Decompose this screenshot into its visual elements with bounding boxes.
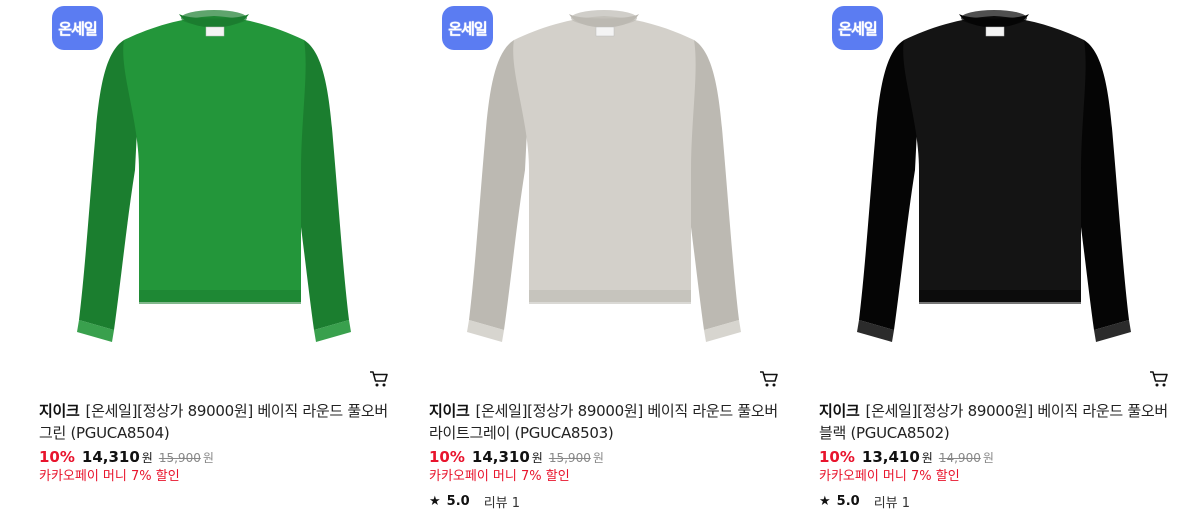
- rating-score: 5.0: [446, 494, 470, 509]
- discount-rate: 10%: [429, 448, 465, 466]
- rating-row: ★ 5.0 리뷰 1: [429, 492, 779, 511]
- sweater-hem: [529, 290, 691, 304]
- price-row: 10% 14,310 원 15,900 원: [39, 448, 389, 468]
- brand-name: 지이크: [429, 402, 470, 420]
- original-price: 14,900: [938, 451, 981, 465]
- currency-unit: 원: [141, 451, 153, 465]
- original-currency-unit: 원: [592, 451, 604, 465]
- original-price: 15,900: [158, 451, 201, 465]
- sweater-tag: [985, 26, 1005, 37]
- review-count[interactable]: 리뷰 1: [484, 492, 520, 511]
- rating-score: 5.0: [836, 494, 860, 509]
- brand-name: 지이크: [39, 402, 80, 420]
- sweater-collar: [961, 10, 1027, 26]
- original-currency-unit: 원: [202, 451, 214, 465]
- onsale-badge: 온세일: [52, 6, 103, 50]
- discount-rate: 10%: [39, 448, 75, 466]
- sweater-body: [513, 16, 696, 302]
- product-name: [온세일][정상가 89000원] 베이직 라운드 풀오버 블랙 (PGUCA8…: [819, 402, 1168, 442]
- sweater-body: [123, 16, 306, 302]
- sweater-hem: [139, 290, 301, 304]
- review-count[interactable]: 리뷰 1: [874, 492, 910, 511]
- product-name: [온세일][정상가 89000원] 베이직 라운드 풀오버 그린 (PGUCA8…: [39, 402, 388, 442]
- star-icon: ★: [819, 494, 831, 509]
- sweater-image: [77, 10, 351, 342]
- sweater-image: [467, 10, 741, 342]
- price-row: 10% 13,410 원 14,900 원: [819, 448, 1169, 468]
- currency-unit: 원: [531, 451, 543, 465]
- discount-rate: 10%: [819, 448, 855, 466]
- original-price: 15,900: [548, 451, 591, 465]
- sweater-tag: [205, 26, 225, 37]
- sweater-collar: [181, 10, 247, 26]
- sale-price: 14,310: [81, 448, 140, 466]
- cart-icon[interactable]: [369, 370, 389, 388]
- brand-name: 지이크: [819, 402, 860, 420]
- product-grid: 온세일 지이크 [온세일][정상가 89000원] 베이직 라운드 풀오버 그린 …: [0, 0, 1180, 515]
- promo-text: 카카오페이 머니 7% 할인: [429, 469, 570, 484]
- product-name: [온세일][정상가 89000원] 베이직 라운드 풀오버 라이트그레이 (PG…: [429, 402, 778, 442]
- cart-icon[interactable]: [1149, 370, 1169, 388]
- promo-text: 카카오페이 머니 7% 할인: [819, 469, 960, 484]
- sweater-hem: [919, 290, 1081, 304]
- product-card[interactable]: 온세일 지이크 [온세일][정상가 89000원] 베이직 라운드 풀오버 라이트…: [429, 0, 779, 515]
- cart-icon[interactable]: [759, 370, 779, 388]
- product-title[interactable]: 지이크 [온세일][정상가 89000원] 베이직 라운드 풀오버 라이트그레이 …: [429, 400, 779, 444]
- star-icon: ★: [429, 494, 441, 509]
- original-currency-unit: 원: [982, 451, 994, 465]
- product-image[interactable]: 온세일: [429, 0, 779, 352]
- promo-text: 카카오페이 머니 7% 할인: [39, 469, 180, 484]
- onsale-badge: 온세일: [832, 6, 883, 50]
- product-card[interactable]: 온세일 지이크 [온세일][정상가 89000원] 베이직 라운드 풀오버 블랙 …: [819, 0, 1169, 515]
- product-card[interactable]: 온세일 지이크 [온세일][정상가 89000원] 베이직 라운드 풀오버 그린 …: [39, 0, 389, 515]
- product-image[interactable]: 온세일: [819, 0, 1169, 352]
- currency-unit: 원: [921, 451, 933, 465]
- price-row: 10% 14,310 원 15,900 원: [429, 448, 779, 468]
- rating-row: ★ 5.0 리뷰 1: [819, 492, 1169, 511]
- sale-price: 13,410: [861, 448, 920, 466]
- product-image[interactable]: 온세일: [39, 0, 389, 352]
- sweater-tag: [595, 26, 615, 37]
- sweater-body: [903, 16, 1086, 302]
- sale-price: 14,310: [471, 448, 530, 466]
- onsale-badge: 온세일: [442, 6, 493, 50]
- product-title[interactable]: 지이크 [온세일][정상가 89000원] 베이직 라운드 풀오버 그린 (PGU…: [39, 400, 389, 444]
- sweater-image: [857, 10, 1131, 342]
- product-title[interactable]: 지이크 [온세일][정상가 89000원] 베이직 라운드 풀오버 블랙 (PGU…: [819, 400, 1169, 444]
- sweater-collar: [571, 10, 637, 26]
